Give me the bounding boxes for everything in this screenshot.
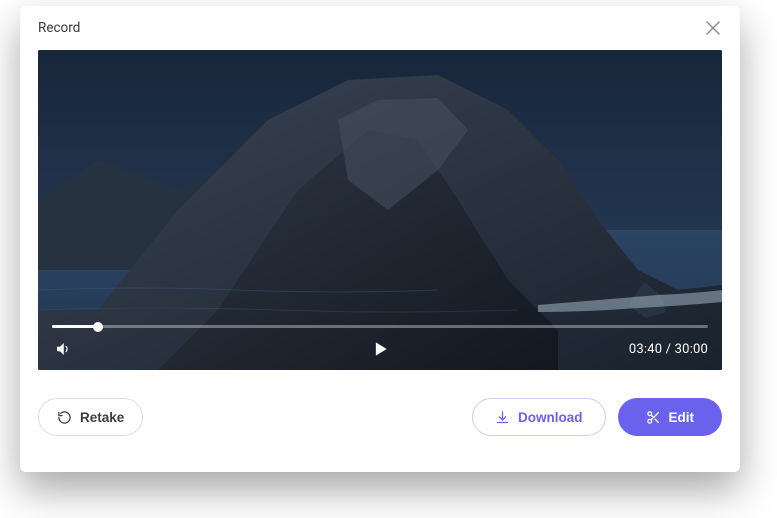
record-modal: Record: [20, 6, 740, 472]
download-icon: [495, 410, 510, 425]
right-actions: Download Edit: [472, 398, 722, 436]
edit-button[interactable]: Edit: [618, 398, 723, 436]
actions-row: Retake Download Edit: [20, 398, 740, 454]
progress-handle[interactable]: [93, 322, 103, 332]
edit-label: Edit: [669, 410, 695, 425]
time-display: 03:40 / 30:00: [629, 342, 708, 357]
play-icon: [370, 339, 390, 359]
volume-icon: [54, 340, 72, 358]
retake-button[interactable]: Retake: [38, 398, 143, 436]
scissors-icon: [646, 410, 661, 425]
total-time: 30:00: [675, 342, 708, 357]
close-icon: [706, 21, 720, 35]
modal-header: Record: [20, 6, 740, 50]
player-controls: 03:40 / 30:00: [38, 313, 722, 370]
download-button[interactable]: Download: [472, 398, 606, 436]
video-preview[interactable]: 03:40 / 30:00: [38, 50, 722, 370]
retake-icon: [57, 410, 72, 425]
volume-button[interactable]: [52, 338, 74, 360]
progress-bar[interactable]: [52, 325, 708, 328]
current-time: 03:40: [629, 342, 662, 357]
retake-label: Retake: [80, 410, 124, 425]
modal-title: Record: [38, 20, 80, 36]
time-separator: /: [662, 342, 674, 357]
play-button[interactable]: [367, 336, 393, 362]
download-label: Download: [518, 410, 583, 425]
close-button[interactable]: [704, 19, 722, 37]
progress-filled: [52, 325, 98, 328]
